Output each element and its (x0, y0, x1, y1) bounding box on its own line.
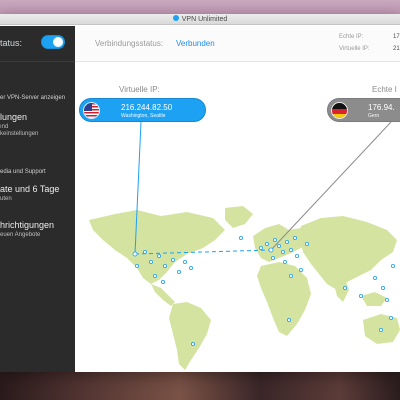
sidebar-item-settings[interactable]: lungen ınd keinstellungen (0, 112, 38, 137)
main-panel: Verbindungsstatus: Verbunden Echte IP: 1… (75, 26, 400, 372)
world-map (89, 121, 400, 370)
virtual-ip-title: Virtuelle IP: (119, 85, 160, 94)
sidebar-item-support[interactable]: edia und Support (0, 160, 46, 178)
vpn-status-row: tatus: (0, 26, 75, 62)
sidebar: tatus: er VPN-Server anzeigen lungen ınd… (0, 26, 75, 372)
sidebar-item-settings-sub2: keinstellungen (0, 131, 39, 137)
sidebar-item-plan[interactable]: ate und 6 Tage uten (0, 184, 59, 202)
sidebar-item-plan-title: ate und 6 Tage (0, 184, 60, 194)
sidebar-item-settings-sub1: ınd (0, 124, 9, 130)
real-ip-title: Echte I (372, 85, 397, 94)
sidebar-item-notifications-sub: euen Angebote (0, 232, 41, 238)
toggle-knob (53, 37, 63, 47)
real-location-pill[interactable]: 176.94. Gern (327, 98, 400, 122)
title-bar: VPN Unlimited (0, 14, 400, 25)
us-flag-icon (83, 102, 100, 119)
sidebar-item-notifications-title: hrichtigungen (0, 220, 55, 230)
vpn-status-label: tatus: (0, 38, 23, 48)
real-ip-location: Gern (368, 113, 380, 119)
window-title: VPN Unlimited (181, 16, 228, 23)
desktop-wallpaper (0, 372, 400, 400)
virtual-ip-location: Washington, Seattle (121, 113, 166, 119)
vpn-toggle[interactable] (41, 35, 65, 49)
sidebar-item-plan-sub: uten (0, 196, 12, 202)
virtual-ip-address: 216.244.82.50 (121, 103, 173, 112)
sidebar-item-notifications[interactable]: hrichtigungen euen Angebote (0, 220, 54, 238)
sidebar-item-servers[interactable]: er VPN-Server anzeigen (0, 86, 65, 104)
sidebar-item-settings-title: lungen (0, 112, 28, 122)
app-window: VPN Unlimited tatus: er VPN-Server anzei… (0, 14, 400, 372)
real-ip-address: 176.94. (368, 103, 395, 112)
virtual-location-pill[interactable]: 216.244.82.50 Washington, Seattle (79, 98, 206, 122)
sidebar-item-support-label: edia und Support (0, 169, 46, 175)
sidebar-item-servers-label: er VPN-Server anzeigen (0, 95, 66, 101)
vpn-logo-icon (172, 15, 179, 22)
de-flag-icon (331, 102, 348, 119)
